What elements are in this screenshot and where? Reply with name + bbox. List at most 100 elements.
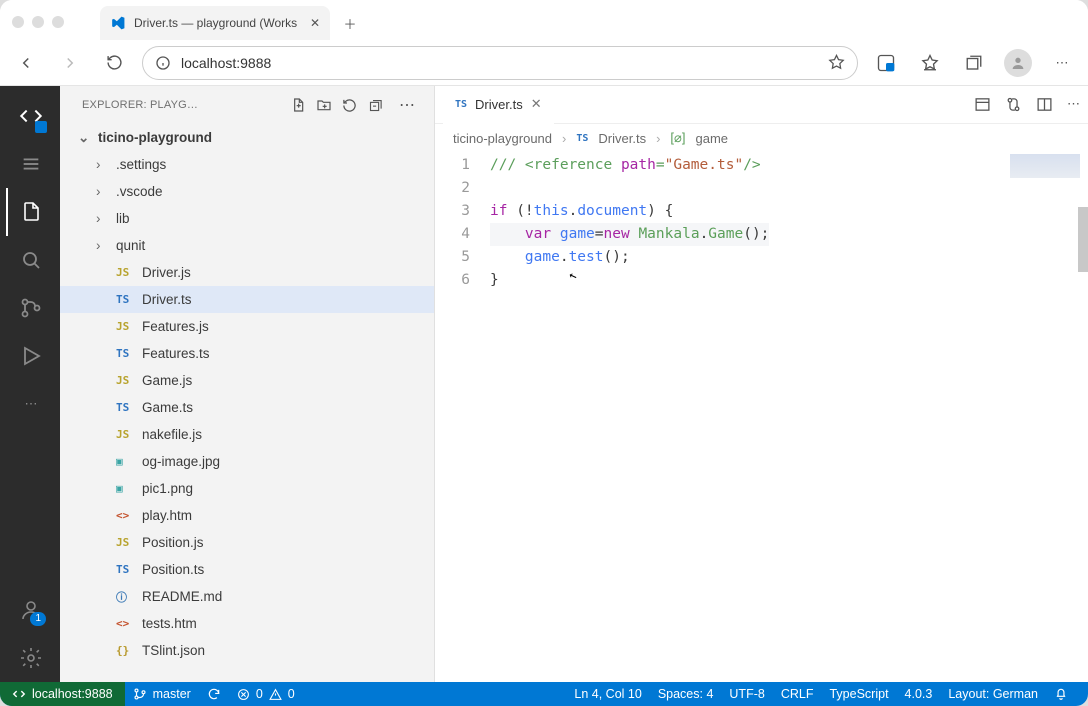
vscode-app: ⋯ 1 EXPLORER: PLAYG… ⋯ ⌄ticino-playgroun… <box>0 86 1088 682</box>
editor-tab-label: Driver.ts <box>475 97 523 112</box>
profile-avatar[interactable] <box>1002 47 1034 79</box>
compare-icon[interactable] <box>1005 96 1022 113</box>
reload-button[interactable] <box>98 47 130 79</box>
collections-icon[interactable] <box>958 47 990 79</box>
status-sync[interactable] <box>199 682 229 706</box>
status-bar: localhost:9888 master 0 0 Ln 4, Col 10 S… <box>0 682 1088 706</box>
code-editor[interactable]: 1/// <reference path="Game.ts"/> 2 3if (… <box>435 152 1088 682</box>
status-problems[interactable]: 0 0 <box>229 682 303 706</box>
status-branch[interactable]: master <box>125 682 199 706</box>
run-debug-icon[interactable] <box>6 332 54 380</box>
status-ts-version[interactable]: 4.0.3 <box>897 682 941 706</box>
url-bar[interactable]: localhost:9888 <box>142 46 858 80</box>
file-type-icon: JS <box>116 374 136 387</box>
file-name: Position.ts <box>142 562 204 577</box>
browser-window: Driver.ts — playground (Works ✕ ＋ localh… <box>0 0 1088 706</box>
menu-icon[interactable] <box>6 140 54 188</box>
remote-indicator-icon[interactable] <box>6 92 54 140</box>
breadcrumb-seg[interactable]: ticino-playground <box>453 131 552 146</box>
file-item[interactable]: ▣ pic1.png <box>60 475 434 502</box>
minimap[interactable] <box>1010 154 1080 178</box>
symbol-icon: [⌀] <box>670 130 685 146</box>
file-item[interactable]: TSGame.ts <box>60 394 434 421</box>
editor-toolbar: ⋯ <box>974 96 1080 113</box>
browser-menu-icon[interactable]: ⋯ <box>1046 47 1078 79</box>
explorer-icon[interactable] <box>6 188 54 236</box>
explorer-more-icon[interactable]: ⋯ <box>394 95 420 115</box>
file-name: Game.js <box>142 373 192 388</box>
explorer-header: EXPLORER: PLAYG… ⋯ <box>60 86 434 124</box>
close-dot[interactable] <box>12 16 24 28</box>
forward-button[interactable] <box>54 47 86 79</box>
status-language[interactable]: TypeScript <box>821 682 896 706</box>
settings-gear-icon[interactable] <box>6 634 54 682</box>
breadcrumb-seg[interactable]: Driver.ts <box>598 131 646 146</box>
source-control-icon[interactable] <box>6 284 54 332</box>
chevron-right-icon: › <box>562 131 566 146</box>
status-notifications-icon[interactable] <box>1046 682 1076 706</box>
file-item[interactable]: JSnakefile.js <box>60 421 434 448</box>
breadcrumb[interactable]: ticino-playground › TS Driver.ts › [⌀] gam… <box>435 124 1088 152</box>
chevron-right-icon: › <box>96 157 110 172</box>
file-type-icon: ▣ <box>116 482 136 495</box>
chevron-right-icon: › <box>656 131 660 146</box>
ts-file-icon: TS <box>576 133 588 144</box>
breadcrumb-seg[interactable]: game <box>695 131 728 146</box>
min-dot[interactable] <box>32 16 44 28</box>
file-tree[interactable]: ⌄ticino-playground ›.settings›.vscode›li… <box>60 124 434 682</box>
file-item[interactable]: TSDriver.ts <box>60 286 434 313</box>
folder-item[interactable]: ›qunit <box>60 232 434 259</box>
folder-root[interactable]: ⌄ticino-playground <box>60 124 434 151</box>
editor-tab-close-icon[interactable]: ✕ <box>531 96 542 112</box>
file-item[interactable]: {}TSlint.json <box>60 637 434 664</box>
chevron-right-icon: › <box>96 184 110 199</box>
file-item[interactable]: <>tests.htm <box>60 610 434 637</box>
file-item[interactable]: ▣og-image.jpg <box>60 448 434 475</box>
refresh-icon[interactable] <box>342 98 368 113</box>
favorite-icon[interactable] <box>828 54 845 71</box>
status-layout[interactable]: Layout: German <box>940 682 1046 706</box>
folder-item[interactable]: › .vscode <box>60 178 434 205</box>
folder-item[interactable]: ›lib <box>60 205 434 232</box>
back-button[interactable] <box>10 47 42 79</box>
status-indent[interactable]: Spaces: 4 <box>650 682 722 706</box>
search-icon[interactable] <box>6 236 54 284</box>
editor-tab[interactable]: TS Driver.ts ✕ <box>443 86 554 124</box>
file-item[interactable]: JS Game.js <box>60 367 434 394</box>
file-item[interactable]: TSFeatures.ts <box>60 340 434 367</box>
accounts-icon[interactable]: 1 <box>6 586 54 634</box>
scrollbar[interactable] <box>1078 207 1088 272</box>
editor-more-icon[interactable]: ⋯ <box>1067 96 1080 113</box>
folder-name: .vscode <box>116 184 163 199</box>
activity-bar: ⋯ 1 <box>0 86 60 682</box>
status-remote[interactable]: localhost:9888 <box>0 682 125 706</box>
file-name: play.htm <box>142 508 192 523</box>
file-item[interactable]: TSPosition.ts <box>60 556 434 583</box>
max-dot[interactable] <box>52 16 64 28</box>
more-icon[interactable]: ⋯ <box>6 380 54 428</box>
site-info-icon[interactable] <box>155 55 171 71</box>
file-item[interactable]: ⓘREADME.md <box>60 583 434 610</box>
status-encoding[interactable]: UTF-8 <box>721 682 772 706</box>
browser-tab[interactable]: Driver.ts — playground (Works ✕ <box>100 6 330 40</box>
status-cursor[interactable]: Ln 4, Col 10 <box>566 682 649 706</box>
new-folder-icon[interactable] <box>316 97 342 113</box>
favorites-list-icon[interactable] <box>914 47 946 79</box>
tab-close-icon[interactable]: ✕ <box>310 16 320 30</box>
status-eol[interactable]: CRLF <box>773 682 822 706</box>
collapse-all-icon[interactable] <box>368 98 394 113</box>
split-editor-icon[interactable] <box>1036 96 1053 113</box>
file-name: pic1.png <box>142 481 193 496</box>
file-item[interactable]: <>play.htm <box>60 502 434 529</box>
file-item[interactable]: JSPosition.js <box>60 529 434 556</box>
file-item[interactable]: JSFeatures.js <box>60 313 434 340</box>
tab-title: Driver.ts — playground (Works <box>134 16 302 30</box>
extension-icon[interactable] <box>870 47 902 79</box>
new-tab-button[interactable]: ＋ <box>336 9 364 37</box>
file-item[interactable]: JSDriver.js <box>60 259 434 286</box>
window-controls[interactable] <box>12 16 64 28</box>
folder-item[interactable]: ›.settings <box>60 151 434 178</box>
open-changes-icon[interactable] <box>974 96 991 113</box>
new-file-icon[interactable] <box>290 97 316 113</box>
file-type-icon: {} <box>116 644 136 657</box>
